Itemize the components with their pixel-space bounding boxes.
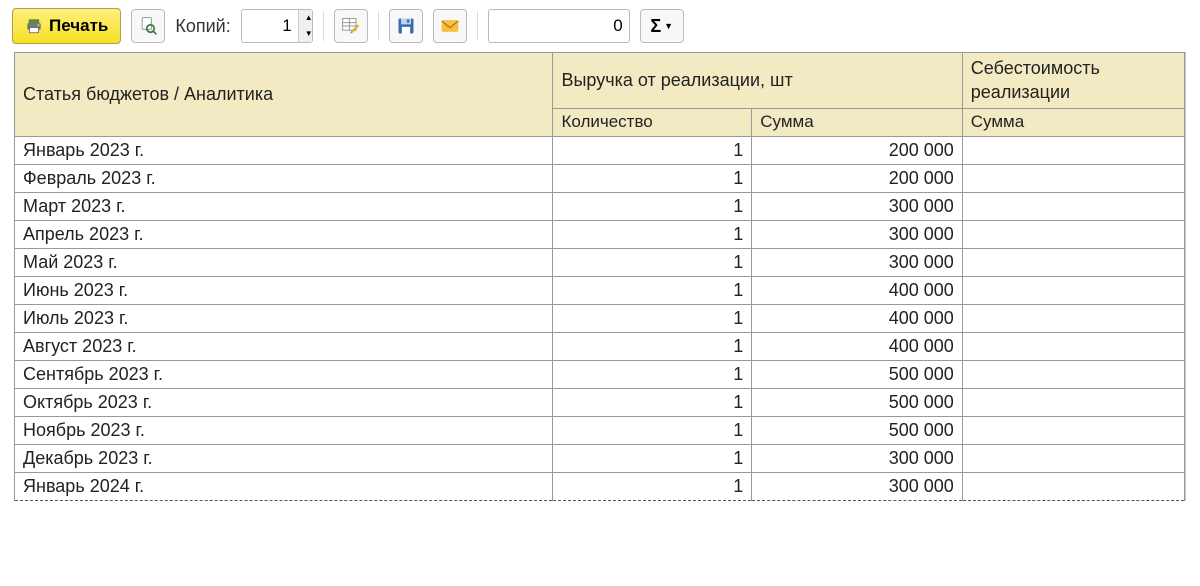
copies-label: Копий: — [175, 16, 230, 37]
cell-cost — [962, 248, 1184, 276]
copies-down-button[interactable]: ▼ — [299, 26, 312, 42]
cell-qty: 1 — [553, 360, 752, 388]
table-row[interactable]: Октябрь 2023 г.1500 000 — [15, 388, 1185, 416]
report-table-wrap: Статья бюджетов / Аналитика Выручка от р… — [14, 52, 1186, 501]
table-row[interactable]: Январь 2023 г.1200 000 — [15, 136, 1185, 164]
cell-qty: 1 — [553, 248, 752, 276]
subheader-cost-sum: Сумма — [962, 108, 1184, 136]
toolbar: Печать Копий: ▲ ▼ — [0, 0, 1200, 52]
table-row[interactable]: Февраль 2023 г.1200 000 — [15, 164, 1185, 192]
table-row[interactable]: Май 2023 г.1300 000 — [15, 248, 1185, 276]
table-settings-button[interactable] — [334, 9, 368, 43]
cell-sum: 500 000 — [752, 360, 963, 388]
cell-cost — [962, 192, 1184, 220]
send-mail-button[interactable] — [433, 9, 467, 43]
cell-cost — [962, 220, 1184, 248]
sigma-icon: Σ — [650, 16, 661, 37]
cell-cost — [962, 276, 1184, 304]
cell-qty: 1 — [553, 192, 752, 220]
cell-label: Июль 2023 г. — [15, 304, 553, 332]
table-row[interactable]: Июль 2023 г.1400 000 — [15, 304, 1185, 332]
cell-label: Октябрь 2023 г. — [15, 388, 553, 416]
table-row[interactable]: Январь 2024 г.1300 000 — [15, 472, 1185, 500]
header-revenue: Выручка от реализации, шт — [553, 53, 962, 108]
copies-spinner: ▲ ▼ — [298, 10, 312, 42]
chevron-down-icon: ▼ — [664, 21, 673, 31]
cell-label: Январь 2023 г. — [15, 136, 553, 164]
cell-label: Ноябрь 2023 г. — [15, 416, 553, 444]
table-row[interactable]: Август 2023 г.1400 000 — [15, 332, 1185, 360]
table-row[interactable]: Сентябрь 2023 г.1500 000 — [15, 360, 1185, 388]
cell-label: Июнь 2023 г. — [15, 276, 553, 304]
separator — [323, 11, 324, 41]
cell-qty: 1 — [553, 304, 752, 332]
print-button-label: Печать — [49, 16, 108, 36]
cell-qty: 1 — [553, 388, 752, 416]
cell-cost — [962, 332, 1184, 360]
print-button[interactable]: Печать — [12, 8, 121, 44]
copies-field[interactable]: ▲ ▼ — [241, 9, 313, 43]
cell-cost — [962, 444, 1184, 472]
save-button[interactable] — [389, 9, 423, 43]
cell-cost — [962, 416, 1184, 444]
separator — [477, 11, 478, 41]
cell-qty: 1 — [553, 276, 752, 304]
table-row[interactable]: Ноябрь 2023 г.1500 000 — [15, 416, 1185, 444]
table-pencil-icon — [341, 16, 361, 36]
cell-cost — [962, 360, 1184, 388]
cell-sum: 300 000 — [752, 444, 963, 472]
cell-cost — [962, 388, 1184, 416]
cell-qty: 1 — [553, 164, 752, 192]
table-row[interactable]: Март 2023 г.1300 000 — [15, 192, 1185, 220]
cell-sum: 300 000 — [752, 472, 963, 500]
cell-sum: 500 000 — [752, 388, 963, 416]
cell-sum: 400 000 — [752, 276, 963, 304]
subheader-qty: Количество — [553, 108, 752, 136]
table-row[interactable]: Июнь 2023 г.1400 000 — [15, 276, 1185, 304]
cell-sum: 400 000 — [752, 332, 963, 360]
cell-sum: 500 000 — [752, 416, 963, 444]
subheader-sum: Сумма — [752, 108, 963, 136]
cell-sum: 200 000 — [752, 136, 963, 164]
cell-label: Февраль 2023 г. — [15, 164, 553, 192]
header-budget: Статья бюджетов / Аналитика — [15, 53, 553, 136]
cell-label: Апрель 2023 г. — [15, 220, 553, 248]
cell-label: Май 2023 г. — [15, 248, 553, 276]
cell-sum: 300 000 — [752, 220, 963, 248]
cell-sum: 200 000 — [752, 164, 963, 192]
cell-label: Сентябрь 2023 г. — [15, 360, 553, 388]
cell-qty: 1 — [553, 136, 752, 164]
cell-qty: 1 — [553, 220, 752, 248]
cell-label: Январь 2024 г. — [15, 472, 553, 500]
cell-label: Август 2023 г. — [15, 332, 553, 360]
table-row[interactable]: Декабрь 2023 г.1300 000 — [15, 444, 1185, 472]
cell-sum: 300 000 — [752, 248, 963, 276]
table-row[interactable]: Апрель 2023 г.1300 000 — [15, 220, 1185, 248]
separator — [378, 11, 379, 41]
cell-cost — [962, 304, 1184, 332]
cell-qty: 1 — [553, 416, 752, 444]
cell-sum: 300 000 — [752, 192, 963, 220]
cell-label: Декабрь 2023 г. — [15, 444, 553, 472]
copies-input[interactable] — [242, 10, 298, 42]
cell-cost — [962, 136, 1184, 164]
cell-cost — [962, 164, 1184, 192]
cell-qty: 1 — [553, 332, 752, 360]
preview-button[interactable] — [131, 9, 165, 43]
cell-qty: 1 — [553, 444, 752, 472]
copies-up-button[interactable]: ▲ — [299, 10, 312, 26]
cell-qty: 1 — [553, 472, 752, 500]
cell-cost — [962, 472, 1184, 500]
floppy-icon — [396, 16, 416, 36]
second-number-input[interactable] — [489, 10, 629, 42]
sigma-dropdown-button[interactable]: Σ ▼ — [640, 9, 684, 43]
envelope-icon — [440, 16, 460, 36]
page-magnify-icon — [138, 16, 158, 36]
second-number-field[interactable] — [488, 9, 630, 43]
header-cost: Себестоимость реализации — [962, 53, 1184, 108]
printer-icon — [25, 17, 43, 35]
cell-sum: 400 000 — [752, 304, 963, 332]
report-table: Статья бюджетов / Аналитика Выручка от р… — [15, 53, 1185, 501]
cell-label: Март 2023 г. — [15, 192, 553, 220]
